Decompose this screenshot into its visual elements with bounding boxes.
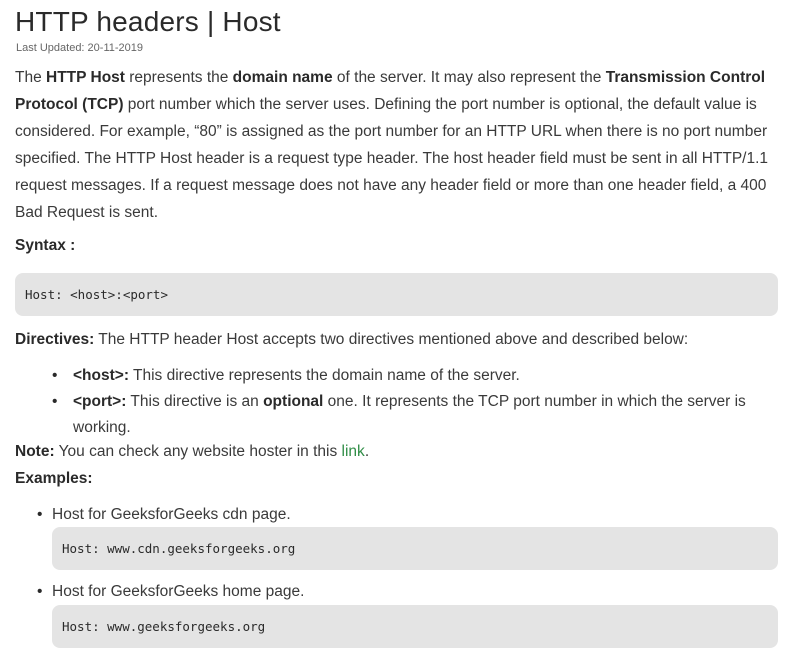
intro-text: port number which the server uses. Defin… (15, 96, 769, 221)
intro-paragraph: The HTTP Host represents the domain name… (15, 64, 780, 226)
directives-label: Directives: (15, 331, 95, 348)
intro-bold-domain-name: domain name (232, 69, 333, 86)
syntax-code-block[interactable]: Host: <host>:<port> (15, 273, 778, 316)
bullet-icon: • (37, 583, 43, 600)
bullet-icon: • (37, 506, 43, 523)
intro-bold-http-host: HTTP Host (46, 69, 125, 86)
directive-text: This directive represents the domain nam… (128, 367, 520, 384)
directive-bold-optional: optional (263, 393, 324, 410)
note-end: . (364, 443, 370, 460)
examples-heading: Examples: (15, 470, 93, 487)
example-text: Host for GeeksforGeeks cdn page. (52, 506, 291, 523)
intro-text: represents the (124, 69, 233, 86)
example-code: Host: www.geeksforgeeks.org (62, 619, 266, 634)
note-paragraph: Note: You can check any website hoster i… (15, 438, 369, 465)
syntax-heading: Syntax : (15, 237, 76, 254)
intro-text: of the server. It may also represent the (332, 69, 606, 86)
directives-list: <host>: This directive represents the do… (15, 363, 780, 441)
intro-text: The (15, 69, 47, 86)
directives-paragraph: Directives: The HTTP header Host accepts… (15, 326, 780, 353)
example-code: Host: www.cdn.geeksforgeeks.org (62, 541, 296, 556)
note-text: You can check any website hoster in this (54, 443, 342, 460)
example-text: Host for GeeksforGeeks home page. (52, 583, 305, 600)
example-code-block[interactable]: Host: www.geeksforgeeks.org (52, 605, 778, 648)
directive-name: <host>: (73, 367, 129, 384)
page-title: HTTP headers | Host (15, 6, 281, 37)
directives-text: The HTTP header Host accepts two directi… (94, 331, 689, 348)
list-item: <port>: This directive is an optional on… (15, 389, 780, 441)
note-label: Note: (15, 443, 55, 460)
hoster-link[interactable]: link (342, 443, 365, 460)
directive-text: This directive is an (126, 393, 264, 410)
directive-name: <port>: (73, 393, 127, 410)
example-code-block[interactable]: Host: www.cdn.geeksforgeeks.org (52, 527, 778, 570)
syntax-code: Host: <host>:<port> (25, 287, 168, 302)
last-updated: Last Updated: 20-11-2019 (16, 42, 143, 54)
list-item: <host>: This directive represents the do… (15, 363, 780, 389)
